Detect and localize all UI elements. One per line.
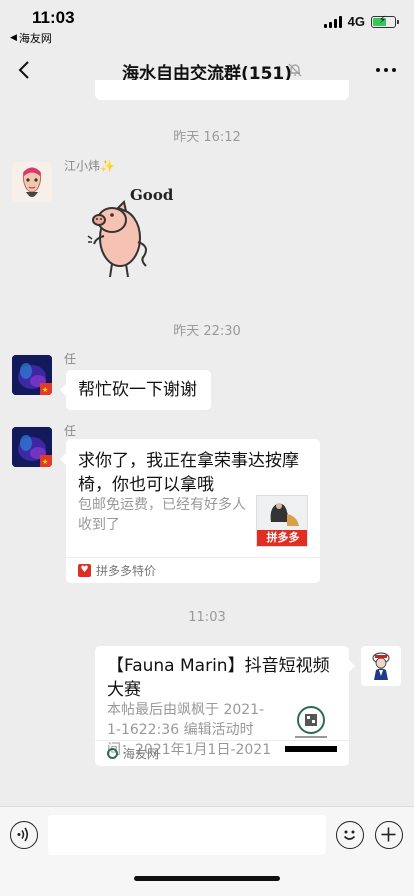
card-footer: ♥ 拼多多特价 — [66, 557, 320, 583]
pig-sticker[interactable]: Good — [82, 184, 174, 284]
previous-card-tail[interactable] — [95, 80, 349, 100]
timestamp: 昨天 22:30 — [173, 324, 241, 339]
card-footer: 海友网 — [95, 740, 349, 766]
card-source: 海友网 — [123, 747, 160, 761]
status-bar: 11:03 ◀ 海友网 4G ⚡ — [0, 0, 414, 46]
avatar[interactable]: ★ — [12, 355, 52, 395]
pinduoduo-logo-icon: ♥ — [78, 564, 91, 577]
my-avatar[interactable] — [361, 646, 401, 686]
plus-icon — [381, 827, 396, 842]
link-card[interactable]: 【Fauna Marin】抖音短视频大赛 本帖最后由飒枫于 2021-1-162… — [95, 646, 355, 766]
more-functions-button[interactable] — [375, 821, 403, 849]
card-description: 包邮免运费，已经有好多人收到了 — [78, 497, 246, 533]
svg-text:★: ★ — [42, 458, 48, 466]
voice-button[interactable] — [10, 821, 38, 849]
avatar[interactable]: ★ — [12, 427, 52, 467]
pig-icon — [87, 200, 147, 278]
massage-chair-icon — [257, 496, 307, 532]
link-card[interactable]: 求你了，我正在拿荣事达按摩椅，你也可以拿哦 包邮免运费，已经有好多人收到了 拼多… — [60, 439, 320, 583]
haiyou-logo-icon — [107, 748, 118, 759]
message-text: 帮忙砍一下谢谢 — [78, 380, 197, 400]
back-app-label: 海友网 — [18, 32, 52, 45]
svg-text:★: ★ — [42, 386, 48, 394]
input-bar — [0, 806, 414, 896]
card-title: 【Fauna Marin】抖音短视频大赛 — [107, 656, 330, 700]
message-input[interactable] — [48, 815, 326, 855]
mute-bell-icon — [288, 63, 302, 77]
thumbnail-badge: 拼多多 — [257, 530, 307, 546]
sender-name: 任 — [64, 424, 77, 438]
more-options-icon[interactable] — [376, 68, 396, 72]
back-triangle-icon: ◀ — [10, 33, 17, 43]
message-bubble[interactable]: 帮忙砍一下谢谢 — [60, 370, 211, 410]
battery-icon: ⚡ — [371, 15, 399, 28]
status-indicators: 4G ⚡ — [323, 14, 399, 29]
home-indicator[interactable] — [134, 876, 280, 881]
avatar[interactable] — [12, 162, 52, 202]
timestamp: 昨天 16:12 — [173, 130, 241, 145]
network-label: 4G — [347, 14, 365, 29]
back-to-app-link[interactable]: ◀ 海友网 — [10, 30, 52, 46]
card-title: 求你了，我正在拿荣事达按摩椅，你也可以拿哦 — [78, 451, 299, 495]
card-thumbnail: 拼多多 — [256, 495, 308, 547]
sender-name: 任 — [64, 352, 77, 366]
voice-icon — [17, 827, 29, 842]
card-source: 拼多多特价 — [96, 564, 157, 578]
status-time: 11:03 — [32, 8, 75, 27]
sender-name: 江小炜✨ — [64, 159, 115, 173]
emoji-button[interactable] — [336, 821, 364, 849]
timestamp: 11:03 — [188, 610, 226, 625]
signal-icon — [323, 15, 342, 28]
smiley-icon — [343, 830, 356, 840]
